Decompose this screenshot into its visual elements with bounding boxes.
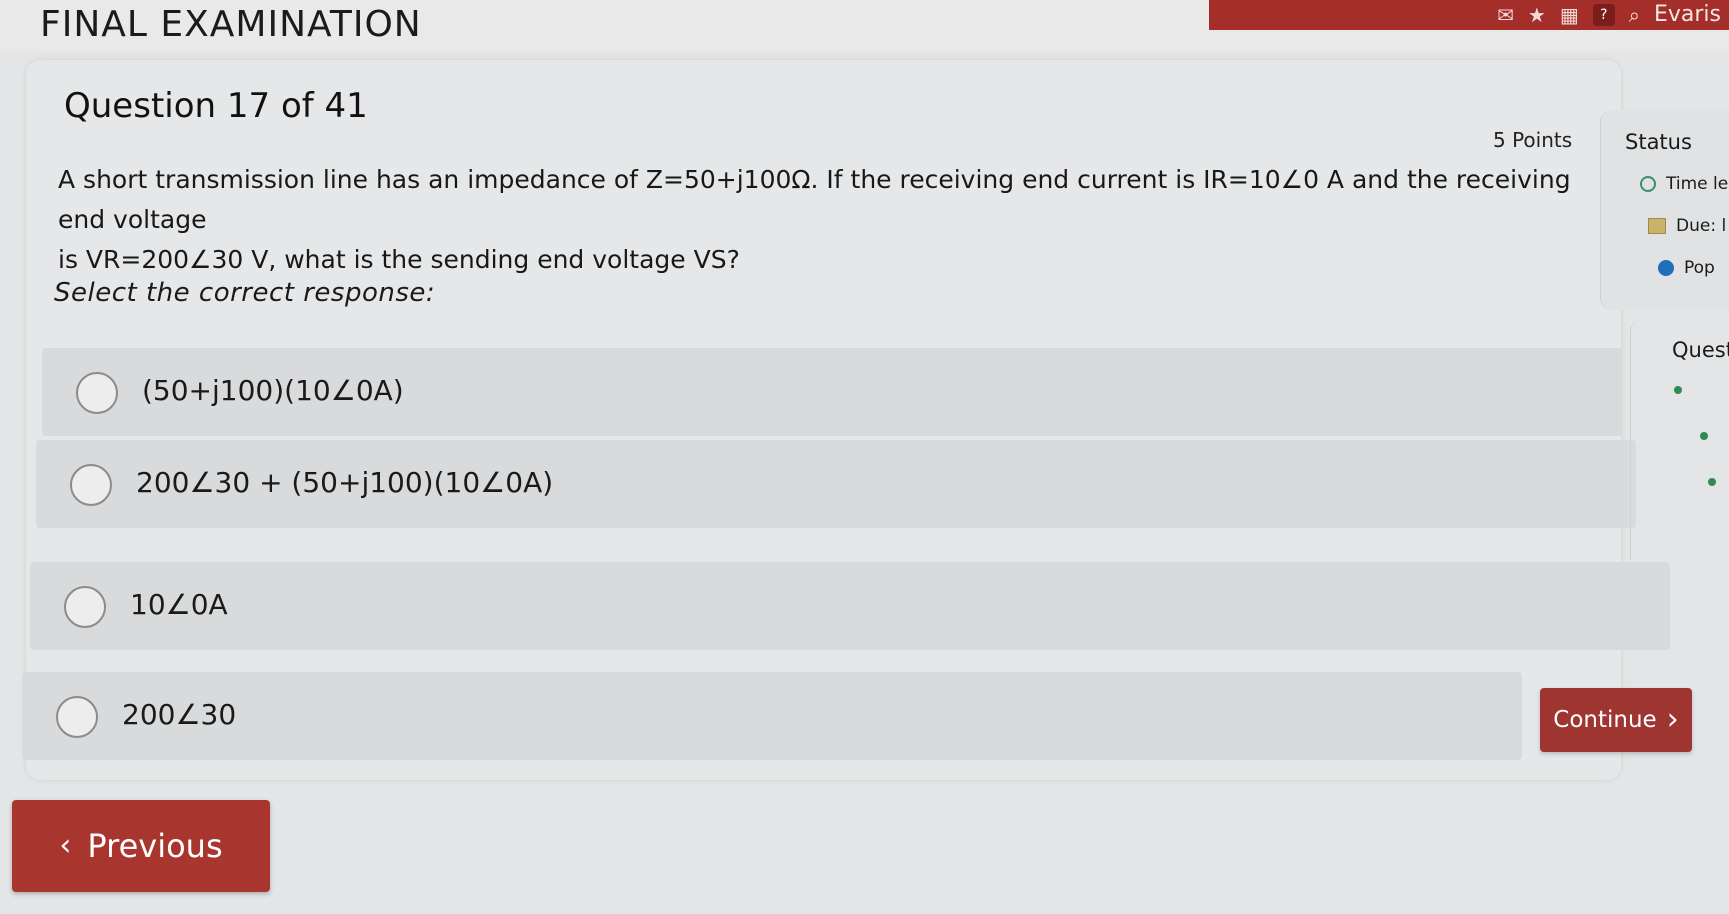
answer-option-1[interactable]: (50+j100)(10∠0A)	[42, 348, 1622, 436]
answer-option-label: 10∠0A	[130, 588, 228, 621]
due-row: Due: l	[1648, 216, 1726, 236]
time-left-row: Time le	[1640, 174, 1728, 194]
pop-label: Pop	[1684, 258, 1715, 278]
answer-option-4[interactable]: 200∠30	[22, 672, 1522, 760]
question-heading: Question 17 of 41	[64, 86, 368, 126]
user-name[interactable]: Evaris	[1654, 2, 1721, 27]
question-status-dot[interactable]	[1674, 386, 1682, 394]
chevron-left-icon: ‹	[59, 828, 72, 863]
answer-option-label: 200∠30	[122, 698, 237, 731]
top-bar: FINAL EXAMINATION ✉ ★ ▦ ? ⌕ Evaris	[0, 0, 1729, 52]
question-text-line-2: is VR=200∠30 V, what is the sending end …	[58, 245, 740, 274]
radio-button[interactable]	[64, 586, 106, 628]
question-status-dot[interactable]	[1700, 432, 1708, 440]
continue-button[interactable]: Continue ›	[1540, 688, 1692, 752]
select-response-label: Select the correct response:	[54, 278, 436, 308]
answer-option-label: (50+j100)(10∠0A)	[142, 374, 404, 407]
exam-title: FINAL EXAMINATION	[40, 4, 422, 45]
due-label: Due: l	[1676, 216, 1727, 236]
radio-button[interactable]	[76, 372, 118, 414]
search-icon[interactable]: ⌕	[1629, 3, 1640, 27]
answer-option-2[interactable]: 200∠30 + (50+j100)(10∠0A)	[36, 440, 1636, 528]
top-icons: ✉ ★ ▦ ? ⌕ Evaris	[1497, 2, 1721, 27]
exam-page: FINAL EXAMINATION ✉ ★ ▦ ? ⌕ Evaris Quest…	[0, 0, 1729, 914]
clock-icon	[1640, 176, 1656, 192]
continue-label: Continue	[1553, 707, 1657, 733]
radio-button[interactable]	[56, 696, 98, 738]
question-status-dot[interactable]	[1708, 478, 1716, 486]
help-icon[interactable]: ?	[1592, 3, 1615, 26]
calculator-icon[interactable]: ▦	[1560, 3, 1579, 27]
question-points: 5 Points	[1493, 128, 1573, 152]
answer-option-label: 200∠30 + (50+j100)(10∠0A)	[136, 466, 554, 499]
mail-icon[interactable]: ✉	[1497, 3, 1514, 27]
question-text: A short transmission line has an impedan…	[58, 160, 1578, 280]
chevron-right-icon: ›	[1666, 702, 1679, 737]
previous-label: Previous	[87, 827, 223, 865]
radio-button[interactable]	[70, 464, 112, 506]
calendar-icon	[1648, 218, 1666, 234]
pop-row: Pop	[1658, 258, 1715, 278]
info-icon	[1658, 260, 1674, 276]
star-icon[interactable]: ★	[1528, 3, 1546, 27]
question-text-line-1: A short transmission line has an impedan…	[58, 165, 1571, 234]
answer-option-3[interactable]: 10∠0A	[30, 562, 1670, 650]
status-title: Status	[1625, 130, 1692, 154]
questions-panel-label: Quest	[1672, 338, 1729, 362]
previous-button[interactable]: ‹ Previous	[12, 800, 270, 892]
time-left-label: Time le	[1666, 174, 1729, 194]
